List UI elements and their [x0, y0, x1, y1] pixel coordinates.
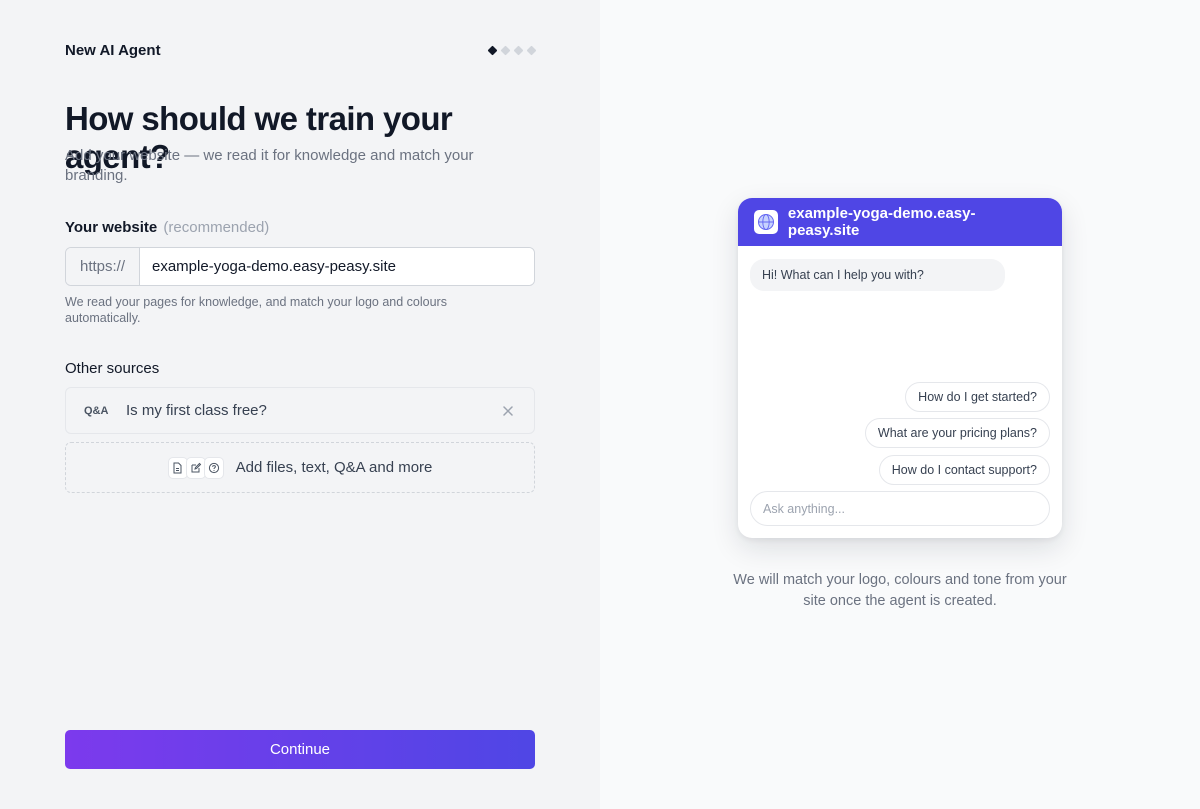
suggestion-chip[interactable]: How do I get started?	[905, 382, 1050, 412]
source-text: Is my first class free?	[126, 402, 267, 419]
chat-widget-header: example-yoga-demo.easy-peasy.site	[738, 198, 1062, 246]
add-sources-button[interactable]: Add files, text, Q&A and more	[65, 442, 535, 493]
close-icon[interactable]	[500, 403, 516, 419]
bot-greeting-message: Hi! What can I help you with?	[750, 259, 1005, 291]
app-title: New AI Agent	[65, 41, 161, 59]
source-item[interactable]: Q&A Is my first class free?	[65, 387, 535, 434]
other-sources-label: Other sources	[65, 360, 160, 377]
page-subtitle: Add your website — we read it for knowle…	[65, 147, 474, 184]
file-icon	[167, 456, 188, 479]
step-indicator	[487, 45, 537, 55]
url-prefix: https://	[66, 248, 140, 285]
continue-button[interactable]: Continue	[65, 730, 535, 769]
suggestion-chip[interactable]: What are your pricing plans?	[864, 418, 1050, 448]
suggestion-chip[interactable]: How do I contact support?	[878, 455, 1050, 485]
website-label-hint: (recommended)	[163, 219, 270, 236]
website-help-text: We read your pages for knowledge, and ma…	[65, 295, 447, 325]
preview-caption: We will match your logo, colours and ton…	[733, 572, 1067, 609]
edit-icon	[185, 456, 206, 479]
globe-icon	[754, 210, 778, 234]
setup-panel: New AI Agent How should we train your ag…	[0, 0, 600, 809]
step-dot-3	[513, 45, 524, 55]
header: New AI Agent	[65, 38, 537, 62]
chat-input[interactable]	[750, 491, 1050, 526]
chat-widget-preview: example-yoga-demo.easy-peasy.site Hi! Wh…	[738, 198, 1062, 538]
question-icon	[203, 456, 224, 479]
step-dot-4	[526, 45, 537, 55]
website-label: Your website (recommended)	[65, 219, 269, 236]
website-field: https://	[65, 247, 535, 286]
add-sources-label: Add files, text, Q&A and more	[235, 459, 433, 476]
website-label-text: Your website	[65, 219, 158, 236]
preview-panel: example-yoga-demo.easy-peasy.site Hi! Wh…	[600, 0, 1200, 809]
source-type-icons	[167, 456, 224, 479]
chat-widget-title: example-yoga-demo.easy-peasy.site	[787, 205, 976, 239]
source-type-tag: Q&A	[84, 404, 109, 417]
website-input[interactable]	[140, 248, 534, 285]
step-dot-1	[487, 45, 498, 55]
onboarding-screen: New AI Agent How should we train your ag…	[0, 0, 1200, 809]
step-dot-2	[500, 45, 511, 55]
